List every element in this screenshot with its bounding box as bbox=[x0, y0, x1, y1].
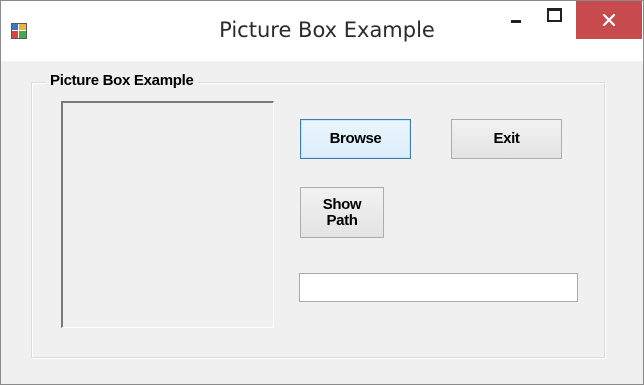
maximize-icon bbox=[547, 8, 562, 22]
browse-button[interactable]: Browse bbox=[300, 119, 411, 159]
close-icon bbox=[602, 13, 616, 27]
minimize-button[interactable] bbox=[493, 1, 539, 39]
maximize-button[interactable] bbox=[539, 1, 575, 39]
group-label: Picture Box Example bbox=[46, 72, 198, 89]
minimize-icon bbox=[511, 20, 521, 23]
show-path-button[interactable]: Show Path bbox=[300, 187, 384, 238]
exit-button[interactable]: Exit bbox=[451, 119, 562, 159]
path-textbox[interactable] bbox=[299, 273, 578, 302]
picture-box[interactable] bbox=[61, 101, 274, 328]
title-bar[interactable]: Picture Box Example bbox=[1, 1, 643, 61]
close-button[interactable] bbox=[576, 1, 642, 39]
